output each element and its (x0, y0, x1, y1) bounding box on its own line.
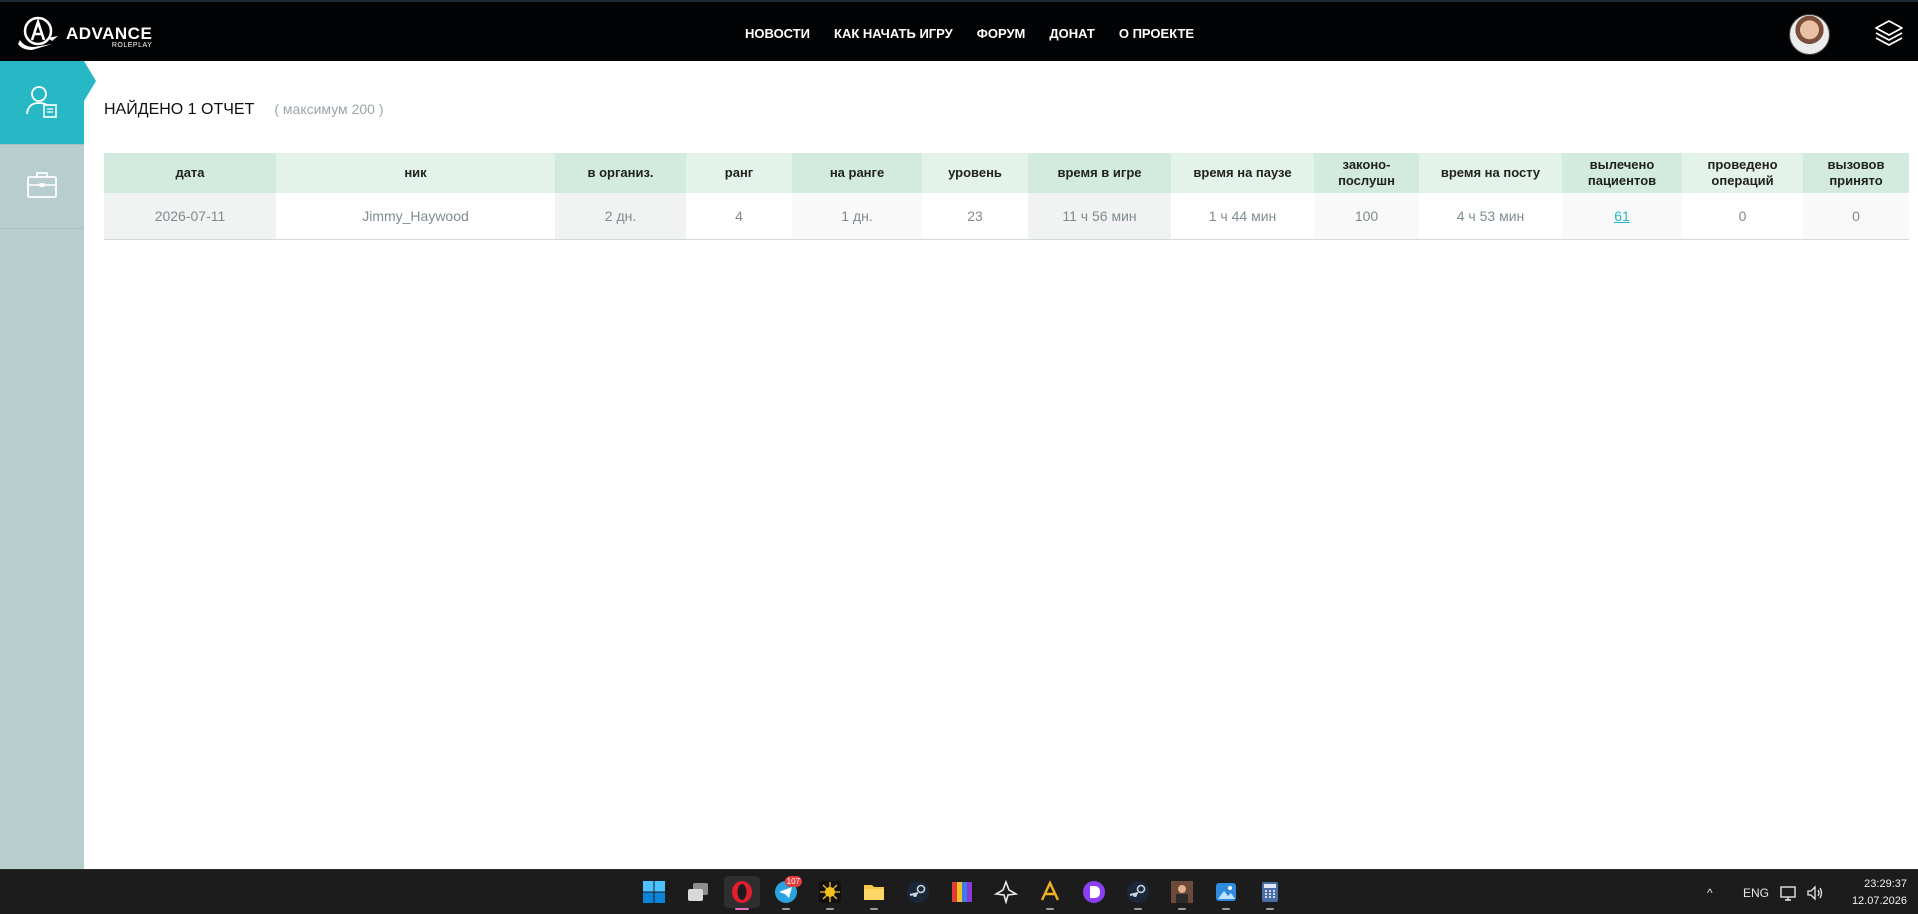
clock-date: 12.07.2026 (1851, 895, 1907, 907)
calculator-icon (1262, 882, 1278, 902)
telegram-unread-badge: 107 (784, 876, 802, 887)
nav-link-how-to-start[interactable]: КАК НАЧАТЬ ИГРУ (834, 26, 953, 41)
taskbar-app-color-bars[interactable] (944, 876, 980, 908)
taskbar-app-purple[interactable] (1076, 876, 1112, 908)
taskbar-app-sun[interactable] (812, 876, 848, 910)
taskbar-app-steam[interactable] (900, 876, 936, 908)
logo-subtitle: ROLEPLAY (111, 42, 153, 49)
nav-link-donate[interactable]: ДОНАТ (1049, 26, 1094, 41)
column-header-law-abiding[interactable]: законо-послушн (1314, 153, 1419, 193)
nav-link-about[interactable]: О ПРОЕКТЕ (1119, 26, 1194, 41)
taskbar-app-triad[interactable] (988, 876, 1024, 908)
network-status[interactable] (1780, 870, 1798, 915)
column-header-in-org[interactable]: в организ. (555, 153, 686, 193)
column-header-time-paused[interactable]: время на паузе (1171, 153, 1314, 193)
network-monitor-icon (1780, 885, 1796, 901)
column-header-patients-healed[interactable]: вылечено пациентов (1562, 153, 1682, 193)
photos-icon (1216, 883, 1236, 901)
column-header-nick[interactable]: ник (276, 153, 555, 193)
column-header-date[interactable]: дата (104, 153, 276, 193)
cell-nick: Jimmy_Haywood (276, 193, 555, 240)
steam-icon (907, 881, 929, 903)
windows-start-icon (643, 881, 665, 903)
table-row: 2026-07-11 Jimmy_Haywood 2 дн. 4 1 дн. 2… (104, 193, 1909, 240)
sidebar-item-reports[interactable] (0, 61, 96, 144)
taskbar-app-photos[interactable] (1208, 876, 1244, 910)
system-clock[interactable]: 23:29:37 12.07.2026 (1835, 876, 1907, 910)
advance-logo-icon (18, 16, 58, 50)
sidebar (0, 61, 96, 869)
task-view-button[interactable] (680, 876, 716, 908)
cell-rank: 4 (686, 193, 792, 240)
user-avatar[interactable] (1789, 14, 1830, 55)
cell-time-in-game: 11 ч 56 мин (1028, 193, 1171, 240)
cell-date: 2026-07-11 (104, 193, 276, 240)
report-max-note: ( максимум 200 ) (274, 101, 384, 117)
purple-d-icon (1083, 881, 1105, 903)
cell-operations: 0 (1682, 193, 1803, 240)
taskbar-app-game[interactable] (1164, 876, 1200, 910)
tray-overflow-caret[interactable]: ^ (1707, 870, 1713, 915)
clock-time: 23:29:37 (1864, 878, 1907, 890)
cell-time-paused: 1 ч 44 мин (1171, 193, 1314, 240)
site-logo[interactable]: ADVANCE ROLEPLAY (12, 14, 152, 54)
report-count-title: НАЙДЕНО 1 ОТЧЕТ (104, 101, 255, 118)
nav-link-forum[interactable]: ФОРУМ (977, 26, 1026, 41)
opera-browser-icon (732, 881, 752, 903)
input-language[interactable]: ENG (1743, 870, 1769, 915)
game-character-icon (1171, 881, 1193, 903)
main-nav: НОВОСТИ КАК НАЧАТЬ ИГРУ ФОРУМ ДОНАТ О ПР… (745, 26, 1194, 41)
task-view-icon (688, 883, 708, 901)
patients-healed-link[interactable]: 61 (1614, 208, 1630, 224)
steam-icon (1127, 881, 1149, 903)
column-header-level[interactable]: уровень (922, 153, 1028, 193)
taskbar-app-advance-launcher[interactable] (1032, 876, 1068, 910)
taskbar-app-opera[interactable] (724, 876, 760, 910)
column-header-on-rank[interactable]: на ранге (792, 153, 922, 193)
windows-taskbar: 107 ^ ENG 23:29:37 12.07.2026 (0, 869, 1918, 914)
taskbar-app-calculator[interactable] (1252, 876, 1288, 910)
report-table: дата ник в организ. ранг на ранге уровен… (104, 153, 1909, 240)
column-header-operations[interactable]: проведено операций (1682, 153, 1803, 193)
logo-title: ADVANCE (66, 24, 153, 43)
report-heading: НАЙДЕНО 1 ОТЧЕТ ( максимум 200 ) (104, 101, 383, 119)
speaker-icon (1807, 884, 1823, 901)
column-header-calls-accepted[interactable]: вызовов принято (1803, 153, 1909, 193)
user-report-icon (26, 86, 57, 118)
top-navigation-bar: ADVANCE ROLEPLAY НОВОСТИ КАК НАЧАТЬ ИГРУ… (0, 0, 1918, 61)
cell-law-abiding: 100 (1314, 193, 1419, 240)
sidebar-item-organization[interactable] (0, 144, 84, 229)
table-header-row: дата ник в организ. ранг на ранге уровен… (104, 153, 1909, 193)
taskbar-app-steam-2[interactable] (1120, 876, 1156, 910)
column-header-time-in-game[interactable]: время в игре (1028, 153, 1171, 193)
briefcase-icon (27, 172, 57, 198)
advance-launcher-icon (1040, 880, 1060, 901)
column-header-time-on-post[interactable]: время на посту (1419, 153, 1562, 193)
triad-logo-icon (994, 880, 1018, 904)
cell-level: 23 (922, 193, 1028, 240)
color-bars-icon (952, 882, 972, 902)
sun-app-icon (819, 881, 841, 903)
nav-link-news[interactable]: НОВОСТИ (745, 26, 810, 41)
cell-in-org: 2 дн. (555, 193, 686, 240)
cell-patients-healed: 61 (1562, 193, 1682, 240)
volume-control[interactable] (1806, 870, 1824, 915)
cell-calls-accepted: 0 (1803, 193, 1909, 240)
layers-menu-icon[interactable] (1874, 18, 1904, 48)
taskbar-app-explorer[interactable] (856, 876, 892, 910)
taskbar-apps: 107 (636, 876, 1288, 910)
file-explorer-icon (864, 885, 884, 900)
column-header-rank[interactable]: ранг (686, 153, 792, 193)
cell-on-rank: 1 дн. (792, 193, 922, 240)
cell-time-on-post: 4 ч 53 мин (1419, 193, 1562, 240)
taskbar-app-telegram[interactable]: 107 (768, 876, 804, 910)
start-button[interactable] (636, 876, 672, 908)
